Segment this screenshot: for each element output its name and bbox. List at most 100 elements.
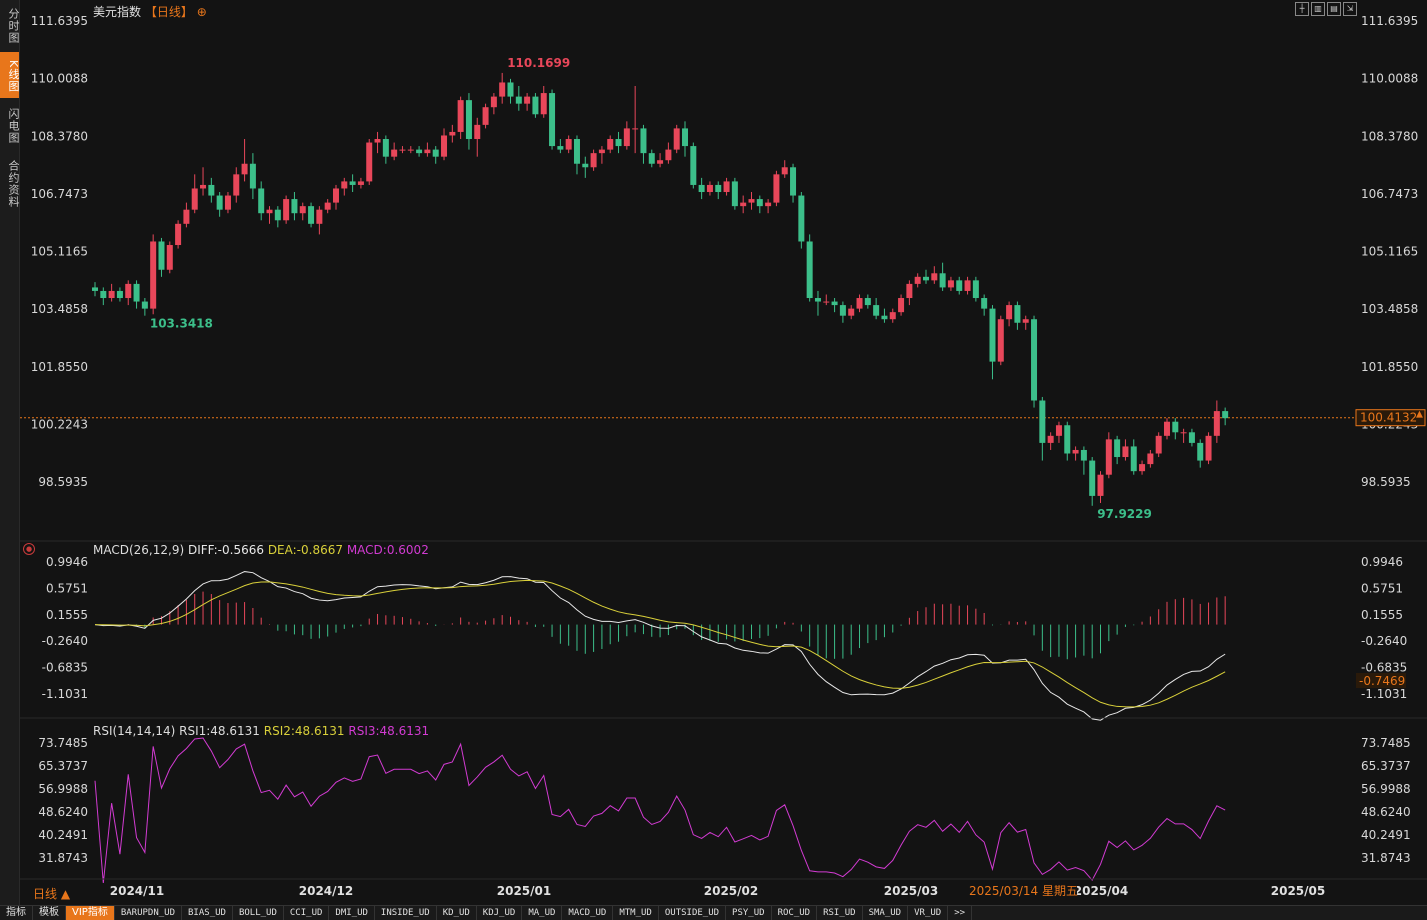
candle-body [1097, 474, 1104, 496]
candle-body [906, 283, 913, 299]
candle-body [100, 290, 107, 299]
candle-body [1139, 464, 1146, 472]
candle-body [781, 167, 788, 175]
indicator-tab[interactable]: SMA_UD [863, 906, 909, 920]
candle-body [981, 298, 988, 309]
candle-body [158, 241, 165, 270]
candle-body [731, 181, 738, 207]
candle-body [590, 153, 597, 168]
chart-canvas[interactable]: 111.6395 111.6395 110.0088 110.0088 108.3780… [0, 0, 1427, 905]
candle-body [798, 195, 805, 242]
indicator-tab[interactable]: RSI_UD [817, 906, 863, 920]
indicator-tab[interactable]: VIP指标 [66, 906, 115, 920]
candle-body [299, 206, 306, 214]
candle-body [956, 280, 963, 291]
indicator-tab-bar: 指标 模板 VIP指标 BARUPDN_UD BIAS_UD BOLL_UD CCI_UD D… [0, 905, 1427, 920]
candle-body [382, 139, 389, 157]
candle-body [308, 206, 315, 224]
last-price-value: 100.4132 [1360, 411, 1417, 425]
candle-body [1047, 435, 1054, 443]
candle-body [573, 139, 580, 164]
price-axis-label-left: 101.8550 [31, 360, 88, 374]
macd-axis-label-left: 0.9946 [46, 555, 88, 569]
rsi-line [94, 737, 1226, 884]
candle-body [515, 96, 522, 104]
candle-body [598, 149, 605, 154]
candle-body [1022, 319, 1029, 323]
indicator-tab[interactable]: INSIDE_UD [375, 906, 437, 920]
candle-body [814, 298, 821, 302]
candle-body [507, 82, 514, 97]
candles [92, 72, 1229, 506]
candle-body [889, 312, 896, 320]
candle-body [997, 319, 1004, 362]
candle-body [133, 283, 140, 302]
indicator-tab[interactable]: KDJ_UD [477, 906, 523, 920]
candle-body [806, 241, 813, 299]
rsi3-value: RSI3:48.6131 [348, 724, 430, 738]
candle-body [499, 82, 506, 97]
period-selector[interactable]: 日线 ▲ [33, 885, 70, 902]
indicator-tab[interactable]: PSY_UD [726, 906, 772, 920]
candle-body [1105, 439, 1112, 475]
candle-body [1114, 439, 1121, 458]
indicator-tab[interactable]: MACD_UD [562, 906, 614, 920]
candle-body [274, 209, 281, 221]
indicator-tab[interactable]: BOLL_UD [233, 906, 284, 920]
indicator-tab[interactable]: 模板 [33, 906, 66, 920]
macd-axis-label-right: 0.1555 [1361, 608, 1403, 622]
candle-body [1222, 411, 1229, 419]
candle-body [191, 188, 198, 210]
candle-body [790, 167, 797, 196]
macd-axis-label-left: -0.6835 [42, 661, 88, 675]
candle-body [632, 128, 639, 130]
price-axis-label-right: 105.1165 [1361, 245, 1418, 259]
indicator-settings-icon[interactable]: ● [23, 543, 35, 555]
rsi-axis-label-right: 31.8743 [1361, 851, 1411, 865]
candle-body [208, 184, 215, 196]
indicator-tab[interactable]: VR_UD [908, 906, 949, 920]
macd-axis-label-right: 0.5751 [1361, 581, 1403, 595]
rsi-axis-label-right: 65.3737 [1361, 759, 1411, 773]
indicator-tab[interactable]: OUTSIDE_UD [659, 906, 727, 920]
price-axis-label-left: 103.4858 [31, 302, 88, 316]
indicator-tab[interactable]: BARUPDN_UD [115, 906, 183, 920]
indicator-tab[interactable]: KD_UD [437, 906, 477, 920]
indicator-tab[interactable]: CCI_UD [284, 906, 330, 920]
candle-body [773, 174, 780, 203]
candle-body [864, 298, 871, 306]
candle-body [673, 128, 680, 150]
candle-body [1080, 449, 1087, 461]
macd-axis-label-right: -0.6835 [1361, 661, 1407, 675]
macd-title: MACD(26,12,9) [93, 543, 185, 557]
candle-body [116, 290, 123, 299]
dea-line [94, 579, 1226, 708]
indicator-tab[interactable]: 指标 [0, 906, 33, 920]
candle-body [698, 184, 705, 193]
candle-body [266, 209, 273, 214]
time-axis-label: 2025/03 [884, 884, 938, 898]
candle-body [482, 107, 489, 125]
candle-body [873, 305, 880, 316]
price-axis-label-left: 105.1165 [31, 245, 88, 259]
candle-body [366, 142, 373, 182]
indicator-tab[interactable]: BIAS_UD [182, 906, 233, 920]
indicator-tab[interactable]: >> [948, 906, 973, 920]
rsi-axis-label-right: 73.7485 [1361, 736, 1411, 750]
candle-body [582, 163, 589, 168]
rsi-axis-label-left: 56.9988 [38, 782, 88, 796]
rsi-axis-label-left: 40.2491 [38, 828, 88, 842]
candle-body [474, 124, 481, 140]
macd-legend: MACD(26,12,9) DIFF:-0.5666 DEA:-0.8667 M… [93, 543, 429, 557]
candle-body [1031, 319, 1038, 401]
up-arrow-icon: ▲ [1416, 410, 1423, 420]
indicator-tab[interactable]: MTM_UD [613, 906, 659, 920]
indicator-tab[interactable]: ROC_UD [772, 906, 818, 920]
indicator-tab[interactable]: DMI_UD [329, 906, 375, 920]
candle-body [291, 199, 298, 214]
indicator-tab[interactable]: MA_UD [522, 906, 563, 920]
high-marker-label: 110.1699 [507, 56, 570, 70]
candle-body [1163, 421, 1170, 436]
candle-body [931, 273, 938, 281]
diff-line [94, 571, 1226, 721]
